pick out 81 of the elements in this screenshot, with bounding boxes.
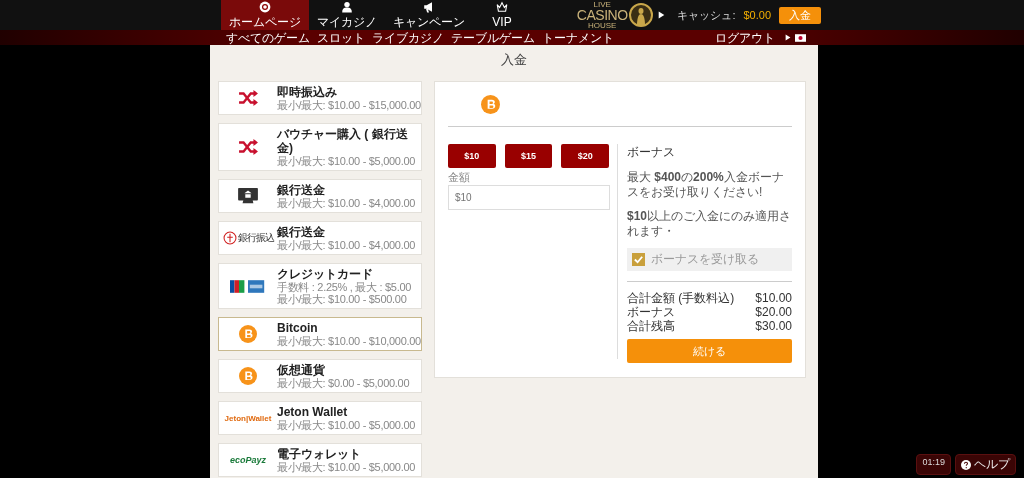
bitcoin-icon <box>481 94 500 114</box>
checkbox[interactable] <box>632 253 645 266</box>
nav-link[interactable]: テーブルゲーム <box>451 30 535 45</box>
cash-amount: $0.00 <box>743 9 771 21</box>
crown-icon <box>496 1 508 13</box>
method-name: 即時振込み <box>277 85 338 99</box>
amount-button[interactable]: $10 <box>448 144 496 168</box>
summary-value: $10.00 <box>755 291 792 305</box>
page-title: 入金 <box>500 51 528 69</box>
summary-label: ボーナス <box>627 305 675 319</box>
bonus-condition: $10以上のご入金にのみ適用されます・ <box>627 209 792 239</box>
amount-label: 金額 <box>448 171 471 183</box>
brand-logo: ecoPayz <box>230 455 266 465</box>
method-name: 銀行送金 <box>277 225 326 239</box>
payment-method[interactable]: Bitcoin 最小/最大: $10.00 - $10,000.00 <box>218 317 422 351</box>
nav-tab[interactable]: ホームページ <box>221 0 309 30</box>
amount-button[interactable]: $15 <box>504 144 553 168</box>
megaphone-icon <box>423 1 435 13</box>
summary-label: 合計金額 (手数料込) <box>627 291 735 305</box>
method-name: クレジットカード <box>277 267 374 281</box>
shuffle-icon <box>236 138 260 156</box>
logout-link[interactable]: ログアウト <box>715 30 775 45</box>
nav-tab[interactable]: VIP <box>473 0 531 30</box>
payment-method[interactable]: Jeton|Wallet Jeton Wallet 最小/最大: $10.00 - $5,000.00 <box>218 401 422 435</box>
method-limits: 最小/最大: $10.00 - $5,000.00 <box>277 155 417 167</box>
method-limits: 最小/最大: $10.00 - $4,000.00 <box>277 239 416 251</box>
summary-label: 合計残高 <box>627 319 675 333</box>
user-icon <box>341 1 353 13</box>
summary-value: $30.00 <box>755 319 792 333</box>
method-limits: 最小/最大: $0.00 - $5,000.00 <box>277 377 410 389</box>
play-icon <box>785 34 791 41</box>
method-limits: 最小/最大: $10.00 - $5,000.00 <box>277 419 416 431</box>
amount-field[interactable]: $10 <box>448 185 610 210</box>
method-name: バウチャー購入 ( 銀行送金) <box>277 127 409 155</box>
flag-icon <box>795 33 806 42</box>
bank-logo-icon <box>222 231 237 245</box>
play-icon <box>658 11 666 19</box>
help-button[interactable]: ヘルプ <box>955 454 1016 475</box>
cash-label: キャッシュ: <box>677 7 736 23</box>
method-limits: 最小/最大: $10.00 - $500.00 <box>277 293 408 305</box>
chip-icon <box>259 1 271 13</box>
question-icon <box>961 459 971 470</box>
payment-method[interactable]: クレジットカード 手数料 : 2.25% , 最大 : $5.00 最小/最大: $10.00 - $500.00 <box>218 263 422 309</box>
method-name: Jeton Wallet <box>277 405 349 419</box>
shuffle-icon <box>236 89 260 107</box>
summary-value: $20.00 <box>755 305 792 319</box>
logo-text: 銀行振込 <box>237 232 274 244</box>
payment-method[interactable]: 仮想通貨 最小/最大: $0.00 - $5,000.00 <box>218 359 422 393</box>
method-limits: 最小/最大: $10.00 - $5,000.00 <box>277 461 416 473</box>
logo-text: CASINO <box>576 8 628 22</box>
amount-button[interactable]: $20 <box>561 144 609 168</box>
payment-method[interactable]: 銀行送金 最小/最大: $10.00 - $4,000.00 <box>218 179 422 213</box>
credit-cards-icon <box>230 278 266 294</box>
method-limits: 最小/最大: $10.00 - $4,000.00 <box>277 197 416 209</box>
method-name: Bitcoin <box>277 321 319 335</box>
logo-text: HOUSE <box>587 21 617 30</box>
brand-logo: Jeton|Wallet <box>224 413 272 423</box>
method-limits: 最小/最大: $10.00 - $15,000.00 <box>277 99 421 111</box>
logo-text: LIVE <box>593 0 611 9</box>
bitcoin-icon <box>239 325 257 343</box>
nav-tab[interactable]: マイカジノ <box>309 0 385 30</box>
monitor-bank-icon <box>237 187 259 205</box>
bonus-title: ボーナス <box>627 144 676 161</box>
payment-method[interactable]: ecoPayz 電子ウォレット 最小/最大: $10.00 - $5,000.00 <box>218 443 422 477</box>
nav-link[interactable]: スロット <box>317 30 365 45</box>
method-name: 仮想通貨 <box>277 363 326 377</box>
nav-link[interactable]: トーナメント <box>542 30 614 45</box>
method-name: 電子ウォレット <box>277 447 362 461</box>
bonus-offer: 最大 $400の200%入金ボーナスをお受け取りください! <box>627 170 785 200</box>
nav-link[interactable]: すべてのゲーム <box>226 30 310 45</box>
nav-tab[interactable]: キャンペーン <box>385 0 473 30</box>
method-name: 銀行送金 <box>277 183 326 197</box>
nav-link[interactable]: ライブカジノ <box>372 30 444 45</box>
method-limits: 最小/最大: $10.00 - $10,000.00 <box>277 335 421 347</box>
payment-method[interactable]: 即時振込み 最小/最大: $10.00 - $15,000.00 <box>218 81 422 115</box>
payment-method[interactable]: バウチャー購入 ( 銀行送金) 最小/最大: $10.00 - $5,000.00 <box>218 123 422 171</box>
payment-method[interactable]: 銀行振込 銀行送金 最小/最大: $10.00 - $4,000.00 <box>218 221 422 255</box>
emblem-icon <box>628 3 653 27</box>
method-limits: 手数料 : 2.25% , 最大 : $5.00 <box>277 281 412 293</box>
bitcoin-icon <box>239 367 257 385</box>
session-timer: 01:19 <box>916 454 951 475</box>
